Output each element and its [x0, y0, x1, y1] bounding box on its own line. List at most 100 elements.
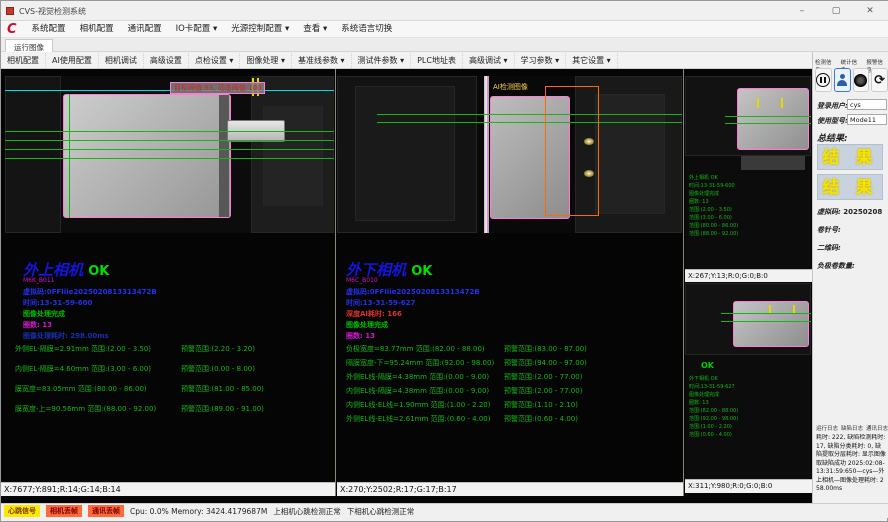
model-field[interactable]: Mode11: [847, 114, 887, 125]
measurement-row: 膜宽度-上=90.56mm 范围:(88.00 - 92.00) 预警范围:(8…: [15, 399, 330, 419]
left-measurement-list: 外侧EL-隔膜=2.91mm 范围:(2.00 - 3.50) 预警范围:(2.…: [15, 339, 330, 419]
toolbar-button[interactable]: 其它设置 ▾: [566, 53, 618, 68]
menu-bar: C 系统配置相机配置通讯配置IO卡配置 ▾光源控制配置 ▾查看 ▾系统语言切换: [1, 21, 888, 38]
left-time: 时间:13-31-59-600: [23, 298, 92, 308]
switch-refresh-button[interactable]: ⟳: [871, 68, 888, 92]
measure-line: [721, 321, 811, 322]
measure-line: [725, 116, 811, 117]
menu-item[interactable]: 查看 ▾: [296, 21, 334, 37]
left-barcode: 虚拟码:0FFIiie2025020813313472B: [23, 287, 157, 297]
measurement-row: 膜宽度=83.05mm 范围:(80.00 - 86.00) 预警范围:(81.…: [15, 379, 330, 399]
center-time: 时间:13-31-59-627: [346, 298, 415, 308]
measure-line: [725, 123, 811, 124]
comm-drop-badge: 通讯丢帧: [88, 505, 124, 517]
machinery-shape: [741, 156, 805, 170]
machinery-shape: [595, 94, 665, 214]
virtual-code-caption: 虚拟码:: [817, 208, 841, 216]
measurement-row: 内侧EL线-EL线=1.90mm 范围:(1.00 - 2.20) 预警范围:(…: [346, 398, 678, 412]
result-indicator-1: 结 果: [817, 144, 883, 170]
heartbeat-badge: 心跳信号: [4, 505, 40, 517]
log-tab[interactable]: 通讯日志: [866, 424, 888, 432]
upper-camera-image[interactable]: 目标阈值:93, 动态阈值:100: [5, 76, 334, 233]
panel-separator: [335, 69, 336, 496]
login-user-label: 登录用户:: [817, 101, 848, 111]
cpu-memory-text: Cpu: 0.0% Memory: 3424.4179687M: [130, 507, 267, 516]
measure-line: [5, 131, 334, 132]
camera-result: OK: [88, 264, 109, 279]
ai-image-label: AI检测图像: [493, 82, 528, 92]
rotate-icon: ⟳: [874, 74, 885, 87]
lower-camera-image[interactable]: AI检测图像: [337, 76, 682, 233]
menu-item[interactable]: 相机配置: [73, 21, 121, 37]
camera-lens-button[interactable]: [853, 68, 870, 92]
measurement-row: 内侧EL-隔膜=4.60mm 范围:(3.00 - 6.00) 预警范围:(0.…: [15, 359, 330, 379]
left-camera-subtitle: M6K_B011: [23, 277, 55, 284]
menu-item[interactable]: 光源控制配置 ▾: [224, 21, 296, 37]
center-process-done: 图像处理完成: [346, 320, 388, 330]
tab-run-image[interactable]: 运行图像: [5, 39, 53, 52]
result-indicator-2: 结 果: [817, 174, 883, 200]
close-button[interactable]: ✕: [853, 3, 887, 19]
lower-camera-heartbeat-text: 下相机心跳检测正常: [347, 506, 415, 517]
login-user-field[interactable]: cys: [847, 99, 887, 110]
marker-line: [781, 98, 783, 108]
toolbar-button[interactable]: 图像处理 ▾: [240, 53, 292, 68]
app-window: CVS-视觉检测系统 – ▢ ✕ C 系统配置相机配置通讯配置IO卡配置 ▾光源…: [0, 0, 888, 522]
measure-line: [721, 313, 811, 314]
highlight-spot: [584, 138, 594, 145]
mini-info-text: 外上相机 OK时间:13-31-59-600图像处理完成圈数: 13范围:(2.…: [689, 174, 738, 238]
menu-item[interactable]: 系统语言切换: [334, 21, 399, 37]
toolbar-button[interactable]: 点检设置 ▾: [189, 53, 241, 68]
measurement-row: 内侧EL线-隔膜=4.38mm 范围:(0.00 - 9.00) 预警范围:(2…: [346, 384, 678, 398]
overlay-line: [487, 76, 488, 233]
pause-icon: [816, 73, 830, 87]
aux-camera-image-top[interactable]: 外上相机 OK时间:13-31-59-600图像处理完成圈数: 13范围:(2.…: [685, 76, 811, 269]
left-coordinate-bar: X:7677;Y:891;R:14;G:14;B:14: [1, 482, 335, 496]
brand-logo-icon: C: [7, 22, 17, 37]
cell-region: [733, 301, 809, 347]
pause-button[interactable]: [815, 68, 832, 92]
log-tab[interactable]: 缺陷日志: [841, 424, 863, 432]
roi-box: [545, 86, 599, 216]
user-mode-button[interactable]: [834, 68, 851, 92]
toolbar-button[interactable]: 相机调试: [99, 53, 144, 68]
center-coordinate-bar: X:270;Y:2502;R:17;G:17;B:17: [337, 482, 683, 496]
maximize-button[interactable]: ▢: [819, 3, 853, 19]
marker-line: [769, 305, 771, 313]
toolbar-items: 相机配置AI使用配置相机调试高级设置点检设置 ▾图像处理 ▾基准线参数 ▾测试件…: [1, 53, 618, 68]
right-bottom-coordinate-bar: X:311;Y:980;R:0;G:0;B:0: [685, 479, 812, 493]
measurement-row: 外侧EL线-EL线=2.61mm 范围:(0.60 - 4.00) 预警范围:(…: [346, 412, 678, 426]
toolbar-button[interactable]: AI使用配置: [46, 53, 99, 68]
center-camera-subtitle: M6C_B010: [346, 277, 378, 284]
title-bar: CVS-视觉检测系统 – ▢ ✕: [1, 1, 888, 21]
log-text[interactable]: 耗时: 222, 缺陷检测耗时: 17, 缺陷分类耗时: 0, 缺陷提取分层耗时…: [816, 434, 886, 498]
center-barcode: 虚拟码:0FFIiie2025020813313472B: [346, 287, 480, 297]
cell-region: [737, 88, 809, 150]
toolbar-button[interactable]: 高级调试 ▾: [463, 53, 515, 68]
mini-ok-label: OK: [701, 361, 714, 370]
measure-line: [5, 149, 334, 150]
toolbar-button[interactable]: 学习参数 ▾: [515, 53, 567, 68]
measurement-row: 隔膜宽度-下=95.24mm 范围:(92.00 - 98.00) 预警范围:(…: [346, 356, 678, 370]
log-tab[interactable]: 运行日志: [816, 424, 838, 432]
camera-result: OK: [411, 264, 432, 279]
camera-drop-badge: 相机丢帧: [46, 505, 82, 517]
toolbar-button[interactable]: 高级设置: [144, 53, 189, 68]
right-top-coordinate-bar: X:267;Y:13;R:0;G:0;B:0: [685, 269, 812, 282]
marker-line: [793, 305, 795, 313]
toolbar-button[interactable]: 相机配置: [1, 53, 46, 68]
app-icon: [6, 7, 14, 15]
toolbar-button[interactable]: 基准线参数 ▾: [292, 53, 352, 68]
marker-line: [757, 98, 759, 108]
toolbar-button[interactable]: PLC地址表: [411, 53, 463, 68]
aux-camera-image-bottom[interactable]: OK 外下相机 OK时间:13-31-59-627图像处理完成圈数: 13范围:…: [685, 283, 811, 479]
model-label: 使用型号:: [817, 116, 848, 126]
toolbar-button[interactable]: 测试件参数 ▾: [352, 53, 412, 68]
user-icon: [836, 74, 848, 86]
menu-item[interactable]: IO卡配置 ▾: [169, 21, 225, 37]
machinery-shape: [5, 76, 61, 233]
minimize-button[interactable]: –: [785, 3, 819, 19]
neg-roll-count-label: 负极卷数量:: [817, 261, 855, 271]
menu-item[interactable]: 通讯配置: [121, 21, 169, 37]
menu-item[interactable]: 系统配置: [25, 21, 73, 37]
